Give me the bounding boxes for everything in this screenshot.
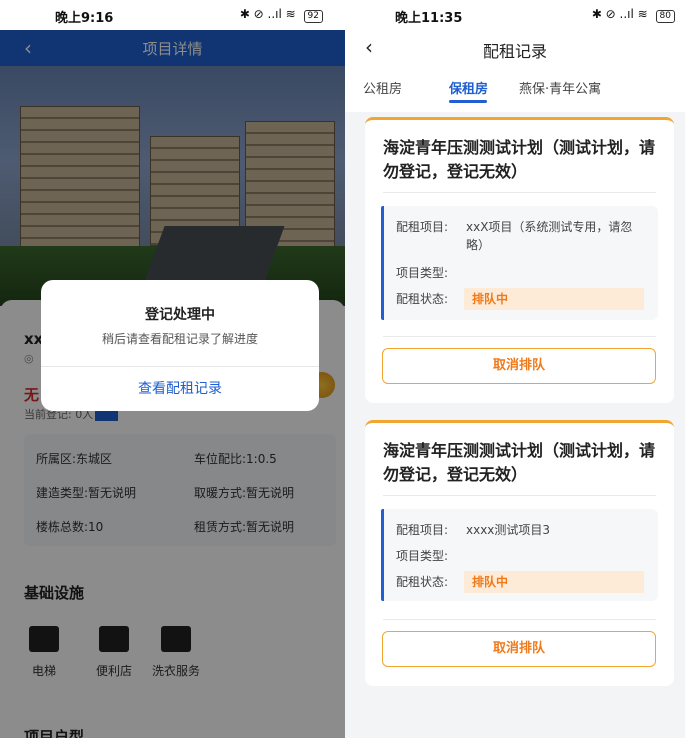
tab-guaranteed-rental[interactable]: 保租房	[449, 78, 488, 97]
page-title: 配租记录	[482, 42, 547, 61]
dialog-title: 登记处理中	[145, 307, 215, 323]
status-time: 晚上11:35	[395, 11, 463, 26]
value-project: xxX项目（系统测试专用，请忽略）	[466, 220, 633, 252]
card-divider	[383, 495, 656, 496]
view-records-button[interactable]: 查看配租记录	[41, 378, 319, 398]
left-phone-screen: 晚上9:16 ✱ ⊘ ..ıl ≋ 92 ‹ 项目详情 xx ◎ 无 当前登记:…	[0, 0, 345, 738]
status-badge: 排队中	[464, 288, 644, 310]
status-icons: ✱ ⊘ ..ıl ≋ 80	[592, 7, 675, 23]
label-status: 配租状态:	[396, 575, 449, 589]
battery-icon: 80	[655, 10, 675, 23]
dialog-divider	[41, 366, 319, 367]
record-detail-box: 配租项目: xxX项目（系统测试专用，请忽略） 项目类型: 配租状态: 排队中	[381, 206, 658, 320]
card-title: 海淀青年压测测试计划（测试计划，请勿登记，登记无效）	[383, 138, 656, 181]
record-card: 海淀青年压测测试计划（测试计划，请勿登记，登记无效） 配租项目: xxxx测试项…	[365, 420, 674, 686]
battery-icon: 92	[303, 10, 323, 23]
card-divider	[383, 619, 656, 620]
right-phone-screen: 晚上11:35 ✱ ⊘ ..ıl ≋ 80 ‹ 配租记录 公租房 保租房 燕保·…	[345, 0, 685, 738]
status-bar: 晚上11:35 ✱ ⊘ ..ıl ≋ 80	[345, 0, 685, 30]
value-project: xxxx测试项目3	[466, 523, 551, 537]
status-icons: ✱ ⊘ ..ıl ≋ 92	[240, 7, 323, 23]
record-detail-box: 配租项目: xxxx测试项目3 项目类型: 配租状态: 排队中	[381, 509, 658, 601]
tab-public-rental[interactable]: 公租房	[363, 78, 402, 97]
card-divider	[383, 336, 656, 337]
label-project: 配租项目:	[396, 220, 449, 234]
cancel-queue-button[interactable]: 取消排队	[382, 631, 656, 667]
active-tab-indicator	[449, 100, 487, 103]
card-title: 海淀青年压测测试计划（测试计划，请勿登记，登记无效）	[383, 441, 656, 484]
label-status: 配租状态:	[396, 292, 449, 306]
dialog-message: 稍后请查看配租记录了解进度	[101, 332, 258, 346]
records-header: 晚上11:35 ✱ ⊘ ..ıl ≋ 80 ‹ 配租记录 公租房 保租房 燕保·…	[345, 0, 685, 112]
label-type: 项目类型:	[396, 549, 449, 563]
registration-dialog: 登记处理中 稍后请查看配租记录了解进度 查看配租记录	[41, 280, 319, 411]
status-time: 晚上9:16	[55, 11, 114, 26]
status-bar: 晚上9:16 ✱ ⊘ ..ıl ≋ 92	[0, 0, 345, 30]
status-badge: 排队中	[464, 571, 644, 593]
cancel-queue-button[interactable]: 取消排队	[382, 348, 656, 384]
card-divider	[383, 192, 656, 193]
signal-icons: ✱ ⊘ ..ıl ≋	[239, 7, 296, 21]
record-card: 海淀青年压测测试计划（测试计划，请勿登记，登记无效） 配租项目: xxX项目（系…	[365, 117, 674, 403]
tab-youth-apartment[interactable]: 燕保·青年公寓	[519, 78, 601, 97]
signal-icons: ✱ ⊘ ..ıl ≋	[591, 7, 648, 21]
label-project: 配租项目:	[396, 523, 449, 537]
label-type: 项目类型:	[396, 266, 449, 280]
